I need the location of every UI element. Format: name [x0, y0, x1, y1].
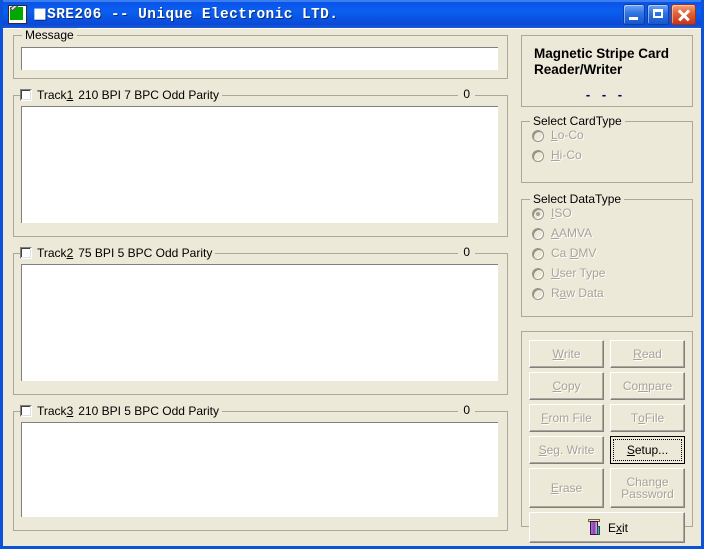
title-prefix-glyph: ■ [33, 5, 48, 22]
track2-legend: Track2 75 BPI 5 BPC Odd Parity [20, 246, 216, 260]
track3-textarea[interactable] [21, 422, 498, 517]
message-input[interactable] [21, 47, 498, 70]
track1-group: Track1 210 BPI 7 BPC Odd Parity 0 [13, 87, 508, 237]
raw-data-label: Raw Data [551, 286, 604, 300]
left-column: Message Track1 210 BPI 7 BPC Odd Parity … [13, 28, 508, 531]
window-title-text: SRE206 -- Unique Electronic LTD. [47, 6, 339, 23]
message-group: Message [13, 28, 508, 79]
datatype-legend: Select DataType [530, 192, 625, 206]
device-panel: Magnetic Stripe Card Reader/Writer - - - [521, 35, 693, 107]
track3-spec: 210 BPI 5 BPC Odd Parity [78, 404, 219, 418]
raw-data-radio[interactable] [532, 287, 544, 300]
window-controls [623, 3, 699, 25]
hi-co-label: Hi-Co [551, 148, 582, 162]
track1-label: Track1 [37, 88, 74, 102]
close-button[interactable] [671, 3, 696, 25]
from-file-button[interactable]: From File [529, 404, 604, 432]
track2-spec: 75 BPI 5 BPC Odd Parity [78, 246, 213, 260]
device-title-line2: Reader/Writer [534, 62, 623, 77]
user-type-label: User Type [551, 266, 606, 280]
read-button[interactable]: Read [610, 340, 685, 368]
lo-co-radio[interactable] [532, 129, 544, 142]
write-button[interactable]: Write [529, 340, 604, 368]
radio-iso[interactable]: ISO [522, 207, 692, 220]
action-button-panel: Write Read Copy Co m pare From File To Fil… [521, 331, 693, 543]
track1-textarea[interactable] [21, 106, 498, 223]
radio-user-type[interactable]: User Type [522, 267, 692, 280]
device-title-line1: Magnetic Stripe Card [534, 46, 670, 61]
erase-button[interactable]: Erase [529, 468, 604, 508]
message-legend: Message [22, 28, 77, 42]
track1-counter: 0 [458, 87, 475, 102]
cardtype-legend: Select CardType [530, 114, 625, 128]
radio-aamva[interactable]: AAMVA [522, 227, 692, 240]
lo-co-label: Lo-Co [551, 128, 584, 142]
right-column: Magnetic Stripe Card Reader/Writer - - -… [521, 35, 693, 543]
client-area: Message Track1 210 BPI 7 BPC Odd Parity … [3, 28, 701, 546]
iso-label: ISO [551, 206, 572, 220]
maximize-button[interactable] [647, 3, 669, 25]
minimize-button[interactable] [623, 3, 645, 25]
cardtype-group: Select CardType Lo-Co Hi-Co [521, 114, 693, 183]
action-button-grid: Write Read Copy Co m pare From File To Fil… [529, 340, 685, 508]
track1-spec: 210 BPI 7 BPC Odd Parity [78, 88, 219, 102]
app-icon [8, 4, 27, 24]
track3-label: Track3 [37, 404, 74, 418]
track1-checkbox[interactable] [20, 89, 32, 101]
setup-button[interactable]: Setup... [610, 436, 685, 464]
iso-radio[interactable] [532, 207, 544, 220]
track3-legend: Track3 210 BPI 5 BPC Odd Parity [20, 404, 222, 418]
track2-group: Track2 75 BPI 5 BPC Odd Parity 0 [13, 245, 508, 395]
radio-hi-co[interactable]: Hi-Co [522, 149, 692, 162]
track3-checkbox[interactable] [20, 405, 32, 417]
ca-dmv-radio[interactable] [532, 247, 544, 260]
compare-button[interactable]: Co m pare [610, 372, 685, 400]
track2-label: Track2 [37, 246, 74, 260]
title-bar[interactable]: ■SRE206 -- Unique Electronic LTD. [3, 0, 701, 28]
radio-raw-data[interactable]: Raw Data [522, 287, 692, 300]
track2-counter: 0 [458, 245, 475, 260]
seg-write-button[interactable]: Seg. Write [529, 436, 604, 464]
change-password-button[interactable]: Change Password [610, 468, 685, 508]
user-type-radio[interactable] [532, 267, 544, 280]
track2-textarea[interactable] [21, 264, 498, 381]
exit-door-icon [586, 519, 602, 536]
window-title: ■SRE206 -- Unique Electronic LTD. [33, 6, 338, 23]
track3-group: Track3 210 BPI 5 BPC Odd Parity 0 [13, 403, 508, 531]
copy-button[interactable]: Copy [529, 372, 604, 400]
ca-dmv-label: Ca DMV [551, 246, 597, 260]
radio-ca-dmv[interactable]: Ca DMV [522, 247, 692, 260]
application-window: ■SRE206 -- Unique Electronic LTD. Messag… [0, 0, 704, 549]
to-file-button[interactable]: To File [610, 404, 685, 432]
track2-checkbox[interactable] [20, 247, 32, 259]
radio-lo-co[interactable]: Lo-Co [522, 129, 692, 142]
aamva-radio[interactable] [532, 227, 544, 240]
exit-button[interactable]: Exit [529, 512, 685, 543]
exit-button-label: Exit [607, 520, 628, 535]
datatype-group: Select DataType ISO AAMVA Ca DMV User Ty… [521, 192, 693, 317]
device-status: - - - [585, 87, 627, 102]
aamva-label: AAMVA [551, 226, 593, 240]
hi-co-radio[interactable] [532, 149, 544, 162]
track1-legend: Track1 210 BPI 7 BPC Odd Parity [20, 88, 222, 102]
track3-counter: 0 [458, 403, 475, 418]
